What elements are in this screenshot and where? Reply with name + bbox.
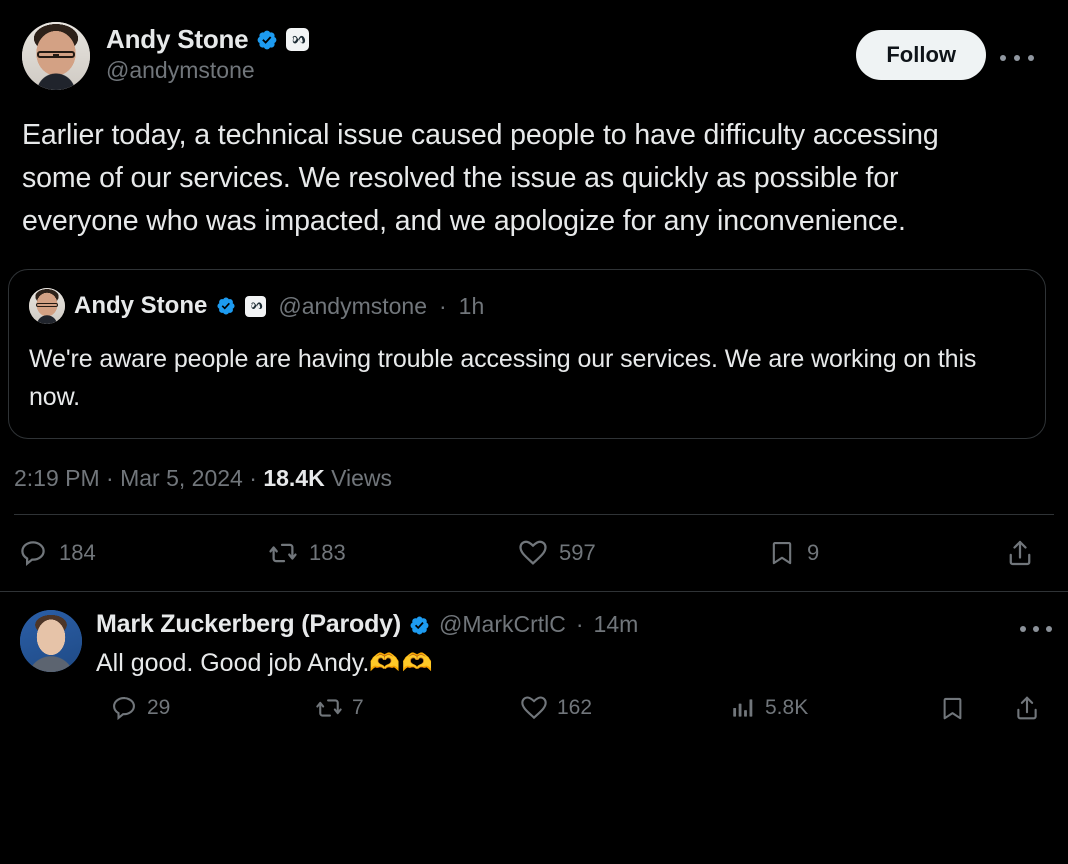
share-action[interactable]: [1013, 694, 1050, 722]
dot: [1033, 626, 1039, 632]
quoted-handle: @andymstone: [278, 292, 427, 319]
views-count: 18.4K: [263, 465, 325, 491]
dot: [1046, 626, 1052, 632]
author-display-name[interactable]: Andy Stone: [106, 24, 249, 55]
follow-button[interactable]: Follow: [856, 30, 986, 80]
author-name-block: Andy Stone @andymstone: [106, 22, 310, 84]
bookmark-action[interactable]: 9: [768, 539, 988, 567]
quoted-tweet-card[interactable]: Andy Stone @andymstone · 1h We're aware …: [8, 269, 1046, 439]
quoted-timestamp: 1h: [458, 292, 485, 319]
tweet-timestamp-row: 2:19 PM · Mar 5, 2024 · 18.4K Views: [14, 465, 1068, 492]
like-heart-icon: [520, 694, 548, 722]
quoted-tweet-header: Andy Stone @andymstone · 1h: [29, 288, 1025, 324]
share-icon: [1013, 694, 1041, 722]
reply-tweet: Mark Zuckerberg (Parody) @MarkCrtlC · 14…: [0, 592, 1068, 680]
retweet-icon: [268, 538, 298, 568]
avatar-mark-zuckerberg[interactable]: [20, 610, 82, 672]
main-tweet-text: Earlier today, a technical issue caused …: [22, 119, 939, 237]
reply-text-content: All good. Good job Andy.: [96, 649, 370, 677]
tweet-date: Mar 5, 2024: [120, 465, 243, 491]
reply-action-bar: 29 7 162 5.8K: [0, 680, 1068, 722]
more-options-icon[interactable]: [1000, 48, 1034, 68]
more-options-icon[interactable]: [1020, 620, 1052, 638]
dot: [1028, 55, 1034, 61]
retweet-count: 183: [309, 540, 346, 565]
reply-timestamp: 14m: [593, 611, 639, 637]
bookmark-icon: [768, 539, 796, 567]
quoted-display-name: Andy Stone: [74, 292, 208, 319]
quoted-tweet-text: We're aware people are having trouble ac…: [29, 345, 977, 411]
reply-text: All good. Good job Andy.🫶🫶: [96, 646, 1046, 680]
quoted-separator: ·: [439, 292, 447, 319]
timestamp-separator: ·: [106, 465, 114, 491]
verified-badge-icon: [256, 29, 278, 51]
dot: [1014, 55, 1020, 61]
like-action[interactable]: 162: [520, 694, 730, 722]
reply-display-name[interactable]: Mark Zuckerberg (Parody): [96, 610, 401, 639]
analytics-bar-icon: [730, 695, 756, 721]
timestamp-separator: ·: [249, 465, 257, 491]
avatar-glasses: [36, 50, 76, 59]
share-icon: [1005, 538, 1035, 568]
like-heart-icon: [518, 538, 548, 568]
like-count: 597: [559, 540, 596, 565]
avatar-andy-stone[interactable]: [29, 288, 65, 324]
meta-logo-icon[interactable]: [286, 28, 310, 51]
meta-logo-icon: [245, 295, 267, 317]
main-tweet: Andy Stone @andymstone Follow Earlier to…: [0, 0, 1068, 243]
retweet-action[interactable]: 7: [315, 694, 520, 722]
views-action[interactable]: 5.8K: [730, 695, 808, 721]
avatar-andy-stone[interactable]: [22, 22, 90, 90]
display-name-row: Andy Stone: [106, 24, 310, 55]
verified-badge-icon: [409, 615, 429, 635]
verified-badge-icon: [216, 296, 236, 316]
reply-content: Mark Zuckerberg (Parody) @MarkCrtlC · 14…: [96, 610, 1046, 680]
reply-action[interactable]: 29: [110, 694, 315, 722]
avatar-glasses: [36, 303, 58, 308]
reply-icon: [110, 694, 138, 722]
retweet-icon: [315, 694, 343, 722]
reply-icon: [18, 538, 48, 568]
dot: [1000, 55, 1006, 61]
retweet-count: 7: [352, 696, 364, 719]
reply-count: 184: [59, 540, 96, 565]
views-label: Views: [331, 465, 393, 491]
views-count: 5.8K: [765, 696, 809, 719]
bookmark-icon: [939, 695, 966, 722]
reply-author-row: Mark Zuckerberg (Parody) @MarkCrtlC · 14…: [96, 610, 1046, 639]
main-tweet-action-bar: 184 183 597 9: [0, 515, 1068, 591]
avatar-image: [20, 610, 82, 672]
reply-actions-tail: [939, 694, 1050, 722]
tweet-time: 2:19 PM: [14, 465, 100, 491]
reply-separator: ·: [575, 611, 584, 637]
tweet-detail-screen: Andy Stone @andymstone Follow Earlier to…: [0, 0, 1068, 864]
reply-count: 29: [147, 696, 171, 719]
like-action[interactable]: 597: [518, 538, 768, 568]
author-handle[interactable]: @andymstone: [106, 57, 309, 84]
heart-hands-emoji: 🫶🫶: [369, 649, 434, 677]
like-count: 162: [557, 696, 593, 719]
share-action[interactable]: [1005, 538, 1046, 568]
dot: [1020, 626, 1026, 632]
main-tweet-author-row: Andy Stone @andymstone Follow: [22, 22, 1046, 90]
bookmark-count: 9: [807, 540, 820, 565]
retweet-action[interactable]: 183: [268, 538, 518, 568]
reply-handle[interactable]: @MarkCrtlC: [439, 611, 566, 638]
bookmark-action[interactable]: [939, 695, 975, 722]
reply-action[interactable]: 184: [18, 538, 268, 568]
